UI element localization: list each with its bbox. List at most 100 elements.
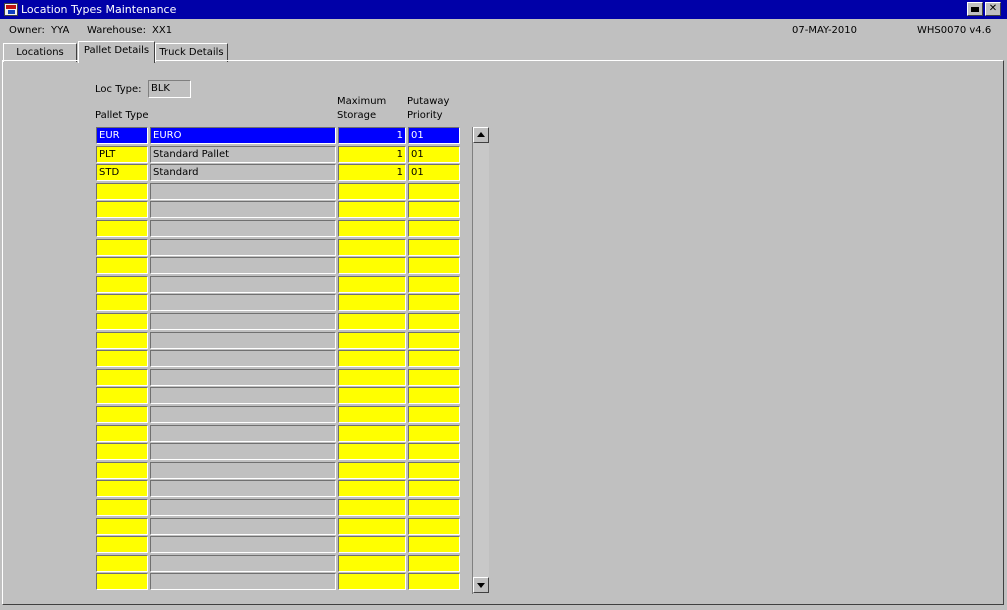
tab-pallet-details[interactable]: Pallet Details: [78, 41, 155, 63]
pallet-type-code-cell[interactable]: [96, 462, 148, 479]
putaway-priority-cell[interactable]: [408, 276, 460, 293]
pallet-type-desc-cell[interactable]: [150, 536, 336, 553]
pallet-type-desc-cell[interactable]: [150, 313, 336, 330]
max-storage-cell[interactable]: [338, 220, 406, 237]
putaway-priority-cell[interactable]: [408, 183, 460, 200]
max-storage-cell[interactable]: [338, 480, 406, 497]
putaway-priority-cell[interactable]: [408, 294, 460, 311]
pallet-type-desc-cell[interactable]: Standard Pallet: [150, 146, 336, 163]
max-storage-cell[interactable]: [338, 294, 406, 311]
scroll-up-button[interactable]: [473, 127, 489, 143]
pallet-type-desc-cell[interactable]: [150, 276, 336, 293]
pallet-type-desc-cell[interactable]: [150, 573, 336, 590]
minimize-button[interactable]: [967, 2, 983, 16]
max-storage-cell[interactable]: [338, 536, 406, 553]
pallet-type-code-cell[interactable]: [96, 220, 148, 237]
max-storage-cell[interactable]: [338, 313, 406, 330]
scroll-down-button[interactable]: [473, 577, 489, 593]
putaway-priority-cell[interactable]: [408, 350, 460, 367]
putaway-priority-cell[interactable]: [408, 332, 460, 349]
putaway-priority-cell[interactable]: [408, 462, 460, 479]
pallet-type-desc-cell[interactable]: [150, 183, 336, 200]
max-storage-cell[interactable]: [338, 387, 406, 404]
max-storage-cell[interactable]: [338, 518, 406, 535]
pallet-type-code-cell[interactable]: EUR: [96, 127, 148, 144]
pallet-type-desc-cell[interactable]: [150, 332, 336, 349]
max-storage-cell[interactable]: [338, 350, 406, 367]
putaway-priority-cell[interactable]: [408, 443, 460, 460]
scroll-track[interactable]: [473, 143, 489, 577]
pallet-type-code-cell[interactable]: [96, 369, 148, 386]
putaway-priority-cell[interactable]: [408, 555, 460, 572]
putaway-priority-cell[interactable]: [408, 536, 460, 553]
max-storage-cell[interactable]: [338, 332, 406, 349]
putaway-priority-cell[interactable]: 01: [408, 164, 460, 181]
pallet-type-desc-cell[interactable]: [150, 518, 336, 535]
app-icon[interactable]: [4, 3, 18, 16]
max-storage-cell[interactable]: [338, 406, 406, 423]
pallet-type-code-cell[interactable]: [96, 387, 148, 404]
pallet-type-desc-cell[interactable]: [150, 462, 336, 479]
max-storage-cell[interactable]: [338, 257, 406, 274]
putaway-priority-cell[interactable]: [408, 480, 460, 497]
putaway-priority-cell[interactable]: 01: [408, 146, 460, 163]
max-storage-cell[interactable]: [338, 369, 406, 386]
pallet-type-desc-cell[interactable]: [150, 294, 336, 311]
pallet-type-desc-cell[interactable]: [150, 443, 336, 460]
pallet-type-code-cell[interactable]: [96, 499, 148, 516]
pallet-type-desc-cell[interactable]: [150, 257, 336, 274]
pallet-type-desc-cell[interactable]: EURO: [150, 127, 336, 144]
pallet-type-desc-cell[interactable]: [150, 201, 336, 218]
pallet-type-code-cell[interactable]: [96, 443, 148, 460]
pallet-type-code-cell[interactable]: [96, 201, 148, 218]
max-storage-cell[interactable]: [338, 183, 406, 200]
max-storage-cell[interactable]: [338, 555, 406, 572]
pallet-type-code-cell[interactable]: [96, 239, 148, 256]
pallet-type-code-cell[interactable]: [96, 536, 148, 553]
putaway-priority-cell[interactable]: [408, 257, 460, 274]
putaway-priority-cell[interactable]: [408, 220, 460, 237]
max-storage-cell[interactable]: 1: [338, 164, 406, 181]
putaway-priority-cell[interactable]: [408, 518, 460, 535]
putaway-priority-cell[interactable]: [408, 239, 460, 256]
pallet-type-code-cell[interactable]: [96, 294, 148, 311]
putaway-priority-cell[interactable]: [408, 201, 460, 218]
pallet-type-desc-cell[interactable]: [150, 425, 336, 442]
putaway-priority-cell[interactable]: [408, 573, 460, 590]
max-storage-cell[interactable]: [338, 462, 406, 479]
pallet-type-code-cell[interactable]: [96, 480, 148, 497]
pallet-type-code-cell[interactable]: [96, 555, 148, 572]
putaway-priority-cell[interactable]: [408, 369, 460, 386]
pallet-type-desc-cell[interactable]: [150, 480, 336, 497]
pallet-type-code-cell[interactable]: [96, 350, 148, 367]
max-storage-cell[interactable]: [338, 239, 406, 256]
pallet-type-code-cell[interactable]: [96, 425, 148, 442]
max-storage-cell[interactable]: [338, 425, 406, 442]
putaway-priority-cell[interactable]: [408, 425, 460, 442]
pallet-type-code-cell[interactable]: PLT: [96, 146, 148, 163]
pallet-type-code-cell[interactable]: [96, 183, 148, 200]
max-storage-cell[interactable]: [338, 573, 406, 590]
max-storage-cell[interactable]: 1: [338, 127, 406, 144]
putaway-priority-cell[interactable]: [408, 313, 460, 330]
pallet-type-code-cell[interactable]: [96, 573, 148, 590]
putaway-priority-cell[interactable]: [408, 406, 460, 423]
grid-scrollbar[interactable]: [472, 127, 489, 594]
pallet-type-desc-cell[interactable]: Standard: [150, 164, 336, 181]
pallet-type-code-cell[interactable]: [96, 313, 148, 330]
pallet-type-code-cell[interactable]: [96, 332, 148, 349]
max-storage-cell[interactable]: [338, 201, 406, 218]
pallet-type-desc-cell[interactable]: [150, 387, 336, 404]
putaway-priority-cell[interactable]: [408, 387, 460, 404]
pallet-type-desc-cell[interactable]: [150, 220, 336, 237]
pallet-type-desc-cell[interactable]: [150, 406, 336, 423]
putaway-priority-cell[interactable]: [408, 499, 460, 516]
pallet-type-code-cell[interactable]: [96, 257, 148, 274]
pallet-type-code-cell[interactable]: STD: [96, 164, 148, 181]
pallet-type-desc-cell[interactable]: [150, 555, 336, 572]
pallet-type-code-cell[interactable]: [96, 518, 148, 535]
close-button[interactable]: ✕: [985, 2, 1001, 16]
max-storage-cell[interactable]: [338, 443, 406, 460]
max-storage-cell[interactable]: [338, 499, 406, 516]
pallet-type-code-cell[interactable]: [96, 276, 148, 293]
